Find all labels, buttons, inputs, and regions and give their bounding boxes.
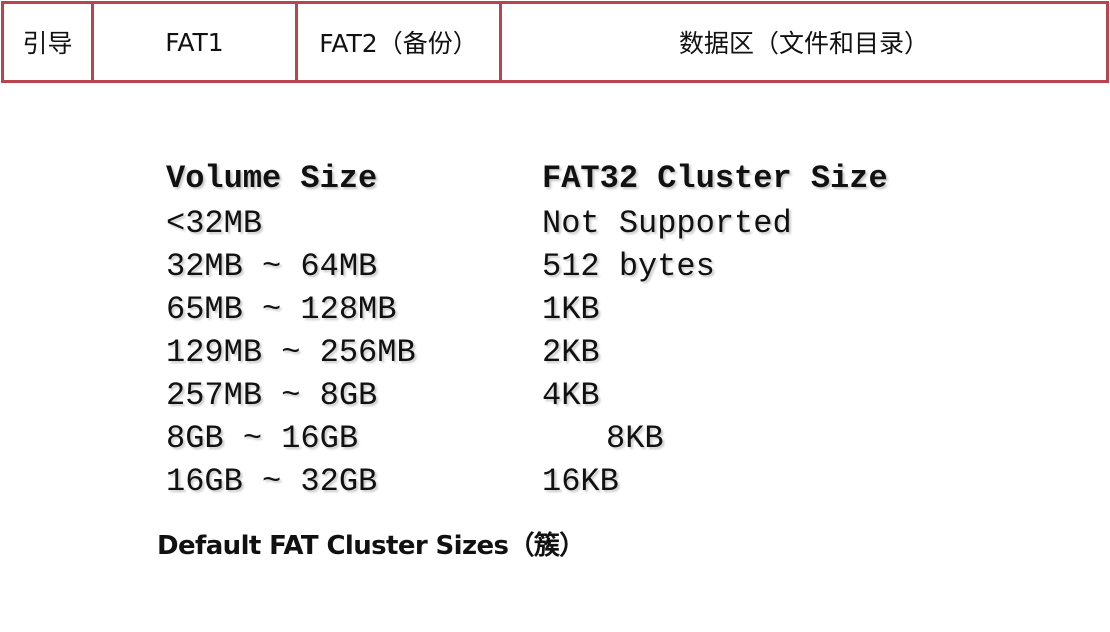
volume-size-cell: 32MB ~ 64MB [166,248,378,285]
segment-fat2-backup: FAT2（备份） [298,4,502,80]
table-header-row: Volume Size FAT32 Cluster Size [166,156,888,202]
header-cluster-size: FAT32 Cluster Size [542,160,888,197]
cluster-size-cell: Not Supported [542,205,792,242]
header-volume-size: Volume Size [166,160,378,197]
cluster-size-table: Volume Size FAT32 Cluster Size <32MB Not… [166,156,888,503]
volume-size-cell: 257MB ~ 8GB [166,377,378,414]
segment-boot: 引导 [4,4,94,80]
table-row: 129MB ~ 256MB 2KB [166,331,600,374]
segment-data-area: 数据区（文件和目录） [678,29,929,58]
segment-fat1: FAT1 [94,4,298,80]
cluster-size-cell: 2KB [542,334,600,371]
volume-size-cell: 8GB ~ 16GB [166,420,359,457]
disk-layout-bar: 引导 FAT1 FAT2（备份） 数据区（文件和目录） [1,1,1109,83]
cluster-size-cell: 8KB [606,420,664,457]
table-row: 32MB ~ 64MB 512 bytes [166,245,715,288]
cluster-size-cell: 1KB [542,291,600,328]
cluster-size-cell: 512 bytes [542,248,715,285]
table-row: 257MB ~ 8GB 4KB [166,374,600,417]
volume-size-cell: 65MB ~ 128MB [166,291,397,328]
cluster-size-cell: 4KB [542,377,600,414]
table-caption: Default FAT Cluster Sizes（簇） [157,531,585,561]
volume-size-cell: <32MB [166,205,263,242]
volume-size-cell: 129MB ~ 256MB [166,334,416,371]
volume-size-cell: 16GB ~ 32GB [166,463,378,500]
cluster-size-cell: 16KB [542,463,619,500]
table-row: 8GB ~ 16GB 8KB [166,417,664,460]
table-row: 65MB ~ 128MB 1KB [166,288,600,331]
table-row: <32MB Not Supported [166,202,792,245]
table-row: 16GB ~ 32GB 16KB [166,460,619,503]
